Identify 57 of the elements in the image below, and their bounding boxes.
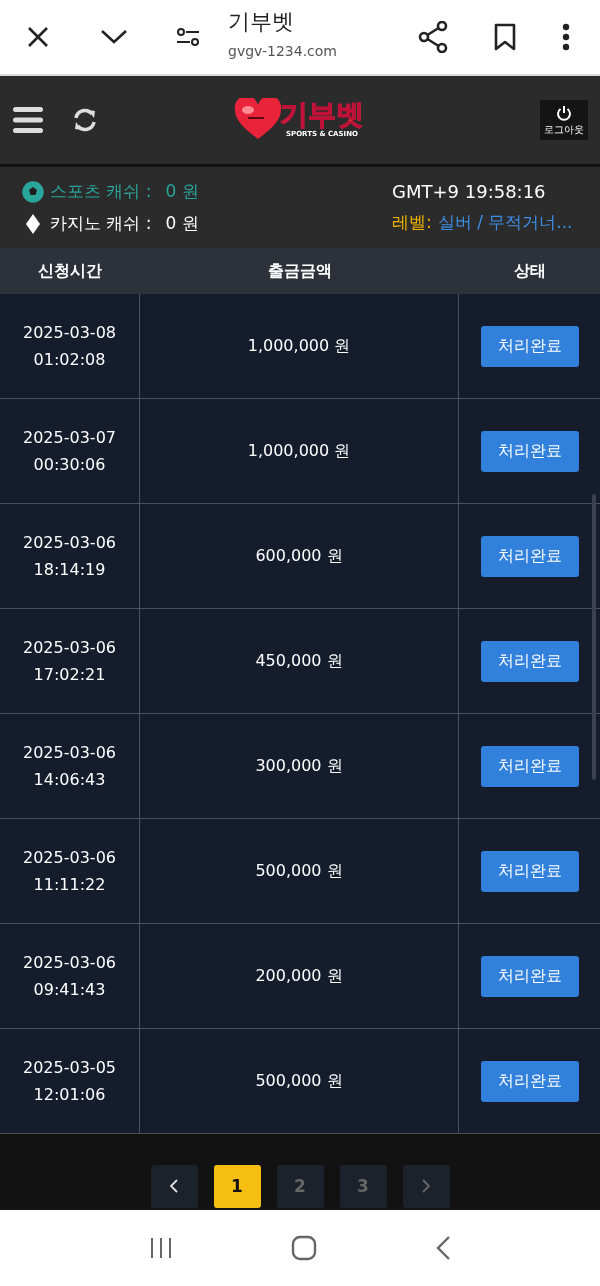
sports-cash-value: 0 원 — [165, 180, 199, 203]
sports-cash-label: 스포츠 캐쉬 : — [50, 180, 152, 203]
share-icon[interactable] — [418, 21, 448, 53]
recent-apps-icon[interactable] — [149, 1237, 173, 1259]
casino-cash-value: 0 원 — [165, 212, 199, 235]
amount-cell: 500,000 원 — [255, 860, 343, 882]
logo-text: 기부벳 — [280, 99, 364, 130]
column-header: 출금금액 — [266, 260, 333, 282]
clock-text: GMT+9 19:58:16 — [392, 181, 546, 202]
refresh-icon[interactable] — [72, 107, 98, 133]
column-header: 상태 — [512, 260, 547, 282]
power-icon — [556, 105, 572, 121]
request-time-cell-text: 2025-03-07 00:30:06 — [23, 427, 116, 476]
request-time-cell-text: 2025-03-06 14:06:43 — [23, 742, 116, 791]
request-time-cell-text: 2025-03-06 11:11:22 — [23, 847, 116, 896]
level-value[interactable]: 실버 / 무적거너... — [437, 211, 573, 234]
request-time-cell-text: 2025-03-08 01:02:08 — [23, 322, 116, 371]
status-button[interactable]: 처리완료 — [480, 850, 579, 892]
soccer-ball-icon — [22, 180, 44, 203]
page-title: 기부벳 — [228, 8, 295, 36]
amount-cell: 1,000,000 원 — [247, 335, 351, 357]
status-button[interactable]: 처리완료 — [480, 535, 579, 577]
amount-cell: 1,000,000 원 — [247, 440, 351, 462]
home-icon[interactable] — [291, 1235, 317, 1261]
page-button[interactable]: 3 — [339, 1164, 387, 1208]
casino-cash-label: 카지노 캐쉬 : — [50, 212, 152, 235]
request-time-cell-text: 2025-03-06 18:14:19 — [23, 532, 116, 581]
status-button[interactable]: 처리완료 — [480, 325, 579, 367]
status-button[interactable]: 처리완료 — [480, 745, 579, 787]
page-button[interactable]: 1 — [213, 1164, 261, 1208]
chevron-right-icon — [421, 1178, 431, 1194]
amount-cell: 500,000 원 — [255, 1070, 343, 1092]
bookmark-icon[interactable] — [494, 23, 516, 51]
amount-cell: 200,000 원 — [255, 965, 343, 987]
page-button[interactable]: 2 — [276, 1164, 324, 1208]
amount-cell: 450,000 원 — [255, 650, 343, 672]
status-button[interactable]: 처리완료 — [480, 955, 579, 997]
back-icon[interactable] — [435, 1235, 451, 1261]
status-button[interactable]: 처리완료 — [480, 640, 579, 682]
request-time-cell-text: 2025-03-05 12:01:06 — [23, 1057, 116, 1106]
chevron-down-icon[interactable] — [100, 29, 128, 45]
settings-icon[interactable] — [176, 27, 200, 47]
amount-cell: 300,000 원 — [255, 755, 343, 777]
logout-button[interactable]: 로그아웃 — [540, 100, 588, 140]
status-button[interactable]: 처리완료 — [480, 1060, 579, 1102]
close-icon[interactable] — [26, 25, 50, 49]
status-button[interactable]: 처리완료 — [480, 430, 579, 472]
chevron-left-icon — [169, 1178, 179, 1194]
request-time-cell-text: 2025-03-06 17:02:21 — [23, 637, 116, 686]
heart-icon — [234, 98, 282, 140]
url-text[interactable]: gvgv-1234.com — [228, 43, 337, 59]
more-icon[interactable] — [562, 23, 570, 51]
menu-icon[interactable] — [12, 106, 44, 134]
column-header: 신청시간 — [37, 260, 103, 282]
amount-cell: 600,000 원 — [255, 545, 343, 567]
request-time-cell-text: 2025-03-06 09:41:43 — [23, 952, 116, 1001]
level-label: 레벨: — [392, 211, 432, 234]
